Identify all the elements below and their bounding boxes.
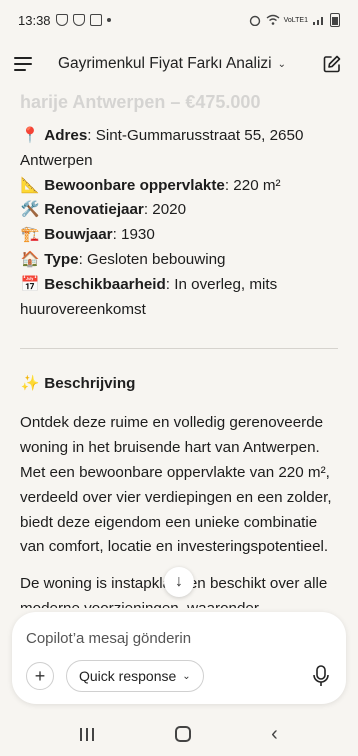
hamburger-icon[interactable] bbox=[14, 57, 32, 71]
conversation-title[interactable]: Gayrimenkul Fiyat Farkı Analizi ⌄ bbox=[58, 55, 286, 73]
app-header: Gayrimenkul Fiyat Farkı Analizi ⌄ bbox=[0, 40, 358, 88]
add-attachment-button[interactable]: + bbox=[26, 662, 54, 690]
document-icon bbox=[89, 14, 102, 26]
battery-icon bbox=[330, 13, 340, 27]
brave-icon bbox=[72, 14, 85, 26]
calendar-icon: 📅 bbox=[20, 275, 40, 293]
status-right: VoLTE1 bbox=[248, 13, 340, 27]
back-button[interactable]: ‹ bbox=[271, 724, 278, 744]
tools-icon: 🛠️ bbox=[20, 201, 40, 219]
section-heading: ✨ Beschrijving bbox=[20, 373, 338, 395]
wifi-icon bbox=[266, 14, 280, 25]
notification-dot-icon bbox=[106, 18, 111, 22]
microphone-icon[interactable] bbox=[310, 664, 332, 688]
crane-icon: 🏗️ bbox=[20, 226, 40, 244]
message-composer: + Quick response ⌄ bbox=[12, 612, 346, 704]
plus-icon: + bbox=[34, 665, 46, 686]
edit-icon[interactable] bbox=[322, 54, 342, 74]
description-paragraph: Ontdek deze ruime en volledig gerenoveer… bbox=[20, 414, 332, 556]
divider bbox=[20, 348, 338, 350]
faded-heading: harije Antwerpen – €475.000 bbox=[20, 92, 261, 112]
chevron-down-icon: ⌄ bbox=[182, 670, 191, 682]
property-area: 📐 Bewoonbare oppervlakte: 220 m² bbox=[20, 174, 338, 199]
conversation-title-text: Gayrimenkul Fiyat Farkı Analizi bbox=[58, 55, 272, 72]
property-build-year: 🏗️ Bouwjaar: 1930 bbox=[20, 223, 338, 248]
volte-label: VoLTE1 bbox=[283, 16, 308, 24]
property-renovation-year: 🛠️ Renovatiejaar: 2020 bbox=[20, 198, 338, 223]
chevron-down-icon: ⌄ bbox=[277, 58, 287, 70]
signal-icon bbox=[313, 17, 323, 25]
chat-content[interactable]: harije Antwerpen – €475.000 📍 Adres: Sin… bbox=[0, 88, 358, 608]
alarm-icon bbox=[249, 15, 260, 26]
property-type: 🏠 Type: Gesloten bebouwing bbox=[20, 248, 338, 273]
quick-response-selector[interactable]: Quick response ⌄ bbox=[66, 660, 204, 692]
sparkles-icon: ✨ bbox=[20, 375, 40, 393]
ruler-icon: 📐 bbox=[20, 176, 40, 194]
pin-icon: 📍 bbox=[20, 127, 40, 144]
property-details: 📍 Adres: Sint-Gummarusstraat 55, 2650 An… bbox=[20, 124, 338, 322]
status-time: 13:38 bbox=[18, 12, 51, 28]
recents-button[interactable] bbox=[80, 727, 95, 741]
scroll-down-button[interactable]: ↓ bbox=[164, 567, 194, 597]
arrow-down-icon: ↓ bbox=[175, 573, 183, 590]
property-availability: 📅 Beschikbaarheid: In overleg, mits huur… bbox=[20, 273, 338, 323]
quick-response-label: Quick response bbox=[79, 668, 177, 684]
status-bar: 13:38 VoLTE1 bbox=[0, 0, 358, 40]
system-nav-bar: ‹ bbox=[0, 712, 358, 756]
house-icon: 🏠 bbox=[20, 250, 40, 268]
message-input[interactable] bbox=[26, 630, 326, 647]
status-left: 13:38 bbox=[18, 13, 111, 28]
property-address: 📍 Adres: Sint-Gummarusstraat 55, 2650 An… bbox=[20, 124, 338, 174]
home-button[interactable] bbox=[174, 726, 191, 742]
section-title: Beschrijving bbox=[44, 375, 136, 393]
shield-icon bbox=[55, 14, 68, 26]
